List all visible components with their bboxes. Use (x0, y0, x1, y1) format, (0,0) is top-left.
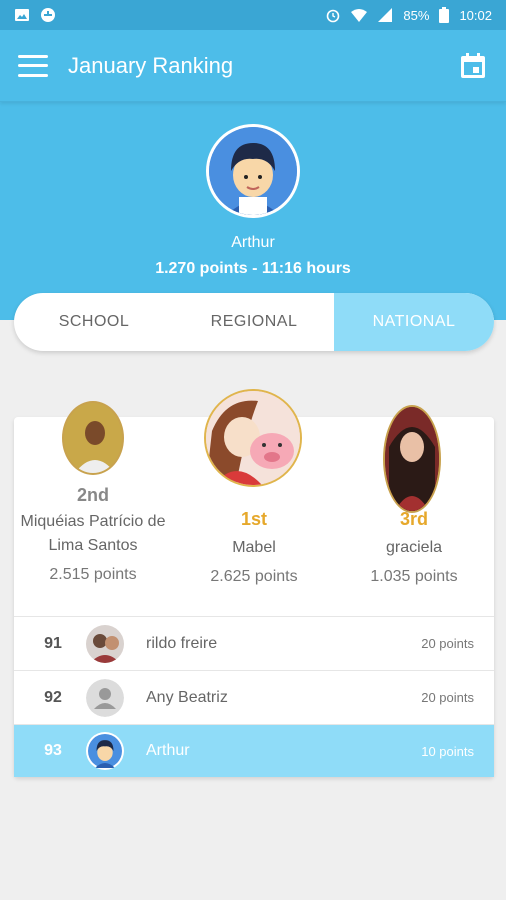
wifi-icon (351, 9, 368, 22)
row-points: 10 points (421, 743, 474, 759)
alarm-icon (327, 9, 340, 23)
first-place-avatar[interactable] (204, 389, 302, 487)
page-title: January Ranking (68, 52, 234, 78)
first-name: Mabel (232, 539, 276, 556)
third-place-avatar[interactable] (383, 405, 441, 513)
clock: 10:02 (459, 7, 492, 23)
boy-avatar-icon (209, 127, 297, 215)
boy-avatar-icon (88, 734, 122, 768)
battery-percent: 85% (403, 7, 430, 23)
third-place: 3rd graciela 1.035 points (334, 509, 494, 586)
third-rank: 3rd (399, 509, 428, 529)
row-position: 93 (44, 742, 62, 759)
tab-national[interactable]: NATIONAL (334, 293, 494, 351)
menu-icon[interactable] (18, 54, 48, 77)
ranking-row[interactable]: 91 rildo freire 20 points (14, 616, 494, 670)
third-points: 1.035 points (370, 568, 458, 585)
cartoon-photo-icon (206, 391, 300, 485)
user-name: Arthur (231, 234, 275, 251)
person-photo-icon (385, 407, 439, 511)
avatar (86, 732, 124, 770)
ranking-tabs: SCHOOL REGIONAL NATIONAL (14, 293, 494, 351)
first-points: 2.625 points (210, 568, 298, 585)
calendar-icon[interactable] (458, 51, 488, 81)
row-points: 20 points (421, 636, 474, 651)
row-position: 91 (44, 634, 62, 652)
default-user-icon (86, 678, 124, 717)
user-photo-icon (86, 624, 124, 663)
user-stats: 1.270 points - 11:16 hours (155, 260, 351, 277)
signal-icon (378, 8, 393, 22)
row-position: 92 (44, 688, 62, 706)
tab-regional[interactable]: REGIONAL (174, 293, 334, 351)
battery-icon (439, 7, 450, 23)
ranking-card: 2nd Miquéias Patrício de Lima Santos 2.5… (14, 389, 494, 777)
second-place-avatar[interactable] (62, 401, 124, 475)
tab-school[interactable]: SCHOOL (14, 293, 174, 351)
row-name: rildo freire (146, 634, 218, 652)
row-points: 20 points (421, 690, 474, 705)
image-icon (15, 9, 29, 21)
app-notification-icon (41, 8, 55, 22)
ranking-row[interactable]: 92 Any Beatriz 20 points (14, 670, 494, 724)
second-rank: 2nd (76, 485, 109, 505)
row-name: Any Beatriz (146, 688, 228, 706)
status-bar: 85% 10:02 (0, 0, 506, 30)
row-name: Arthur (146, 742, 190, 759)
second-name: Miquéias Patrício de Lima Santos (20, 513, 166, 554)
first-rank: 1st (240, 509, 267, 529)
ranking-row-current-user[interactable]: 93 Arthur 10 points (14, 724, 494, 777)
avatar (86, 624, 124, 663)
third-name: graciela (385, 539, 443, 556)
avatar (86, 678, 124, 717)
user-avatar[interactable] (206, 124, 300, 218)
second-place: 2nd Miquéias Patrício de Lima Santos 2.5… (14, 485, 172, 584)
app-bar: January Ranking (0, 30, 506, 102)
ranking-header: January Ranking Arthur 1.270 points - 11… (0, 30, 506, 320)
second-points: 2.515 points (49, 566, 137, 583)
podium: 2nd Miquéias Patrício de Lima Santos 2.5… (14, 389, 494, 617)
first-place: 1st Mabel 2.625 points (174, 509, 334, 586)
person-photo-icon (64, 403, 122, 473)
